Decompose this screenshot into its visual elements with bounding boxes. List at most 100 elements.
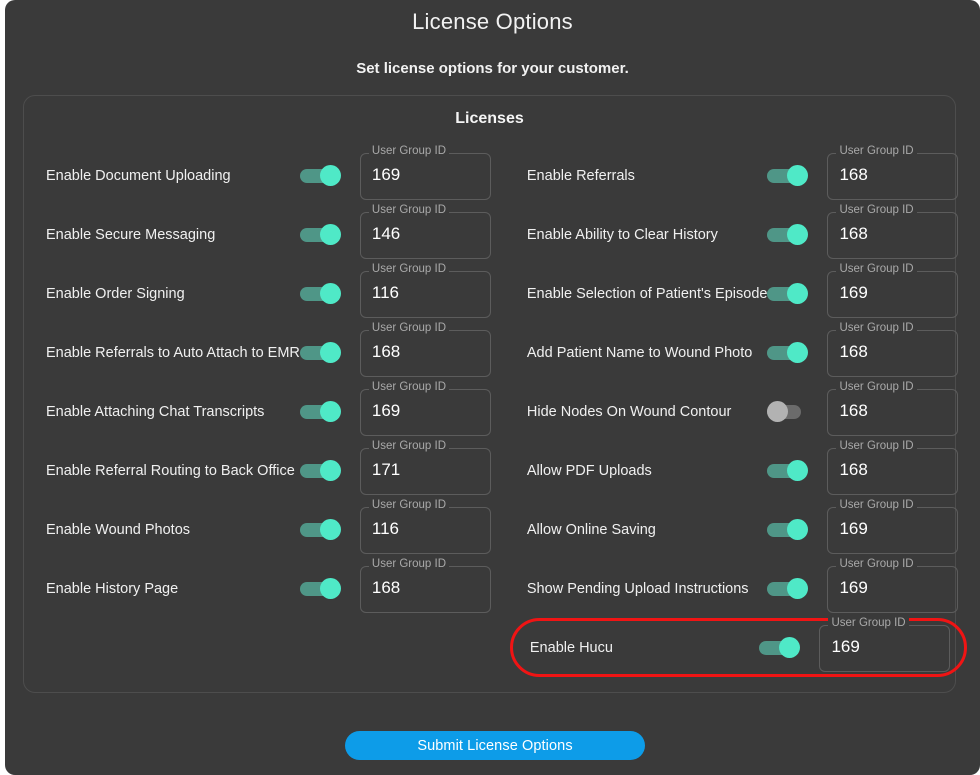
user-group-id-value[interactable]: 116 [372, 282, 399, 304]
user-group-id-value[interactable]: 169 [839, 577, 867, 599]
license-option-row: Enable History Page User Group ID 168 [24, 557, 505, 618]
user-group-id-value[interactable]: 169 [372, 400, 400, 422]
license-option-toggle[interactable] [767, 282, 813, 306]
license-option-row: Enable Secure Messaging User Group ID 146 [24, 203, 505, 264]
toggle-knob [787, 164, 809, 186]
license-option-toggle[interactable] [299, 223, 346, 247]
user-group-id-field[interactable]: User Group ID 169 [359, 380, 491, 436]
license-option-row: Enable Hucu User Group ID 169 [509, 616, 968, 677]
license-option-toggle[interactable] [299, 341, 346, 365]
license-option-toggle[interactable] [767, 341, 813, 365]
license-option-label: Enable Referrals to Auto Attach to EMR [46, 344, 300, 361]
license-option-toggle[interactable] [767, 400, 813, 424]
toggle-knob [319, 164, 341, 186]
user-group-id-value[interactable]: 169 [372, 164, 400, 186]
toggle-knob [767, 400, 789, 422]
license-option-label: Enable Wound Photos [46, 521, 191, 538]
user-group-id-label: User Group ID [368, 380, 450, 394]
license-option-toggle[interactable] [759, 636, 805, 660]
user-group-id-label: User Group ID [836, 203, 917, 217]
user-group-id-value[interactable]: 169 [839, 518, 867, 540]
user-group-id-field[interactable]: User Group ID 168 [359, 557, 491, 613]
licenses-card-title: Licenses [455, 110, 524, 127]
user-group-id-value[interactable]: 168 [839, 164, 867, 186]
license-option-label: Enable History Page [46, 580, 179, 597]
toggle-knob [787, 223, 809, 245]
license-row-empty [24, 618, 505, 677]
user-group-id-label: User Group ID [836, 439, 917, 453]
user-group-id-value[interactable]: 168 [839, 223, 867, 245]
license-option-row: Enable Referrals to Auto Attach to EMR Us… [24, 321, 505, 382]
user-group-id-value[interactable]: 169 [831, 636, 859, 658]
user-group-id-label: User Group ID [368, 321, 450, 335]
license-option-toggle[interactable] [299, 577, 346, 601]
user-group-id-field[interactable]: User Group ID 146 [359, 203, 491, 259]
license-option-label: Enable Referral Routing to Back Office [46, 462, 295, 479]
user-group-id-field[interactable]: User Group ID 171 [359, 439, 491, 495]
toggle-knob [319, 577, 341, 599]
license-option-label: Enable Order Signing [46, 285, 185, 302]
toggle-knob [787, 577, 809, 599]
user-group-id-label: User Group ID [836, 498, 917, 512]
user-group-id-field[interactable]: User Group ID 169 [827, 262, 959, 318]
user-group-id-label: User Group ID [836, 557, 917, 571]
user-group-id-field[interactable]: User Group ID 169 [819, 616, 951, 672]
user-group-id-label: User Group ID [368, 498, 450, 512]
user-group-id-field[interactable]: User Group ID 169 [827, 557, 959, 613]
license-option-toggle[interactable] [767, 459, 813, 483]
license-option-toggle[interactable] [767, 518, 813, 542]
user-group-id-value[interactable]: 169 [839, 282, 867, 304]
user-group-id-value[interactable]: 168 [839, 459, 867, 481]
license-option-row: Allow PDF Uploads User Group ID 168 [505, 439, 973, 500]
user-group-id-label: User Group ID [368, 203, 450, 217]
user-group-id-field[interactable]: User Group ID 168 [827, 439, 959, 495]
license-option-toggle[interactable] [299, 164, 346, 188]
user-group-id-value[interactable]: 171 [372, 459, 400, 481]
user-group-id-label: User Group ID [836, 380, 917, 394]
license-option-label: Allow Online Saving [526, 521, 656, 538]
license-option-toggle[interactable] [299, 282, 346, 306]
license-option-row: Enable Wound Photos User Group ID 116 [24, 498, 505, 559]
license-option-label: Enable Selection of Patient's Episode [526, 285, 768, 302]
user-group-id-value[interactable]: 146 [372, 223, 400, 245]
license-option-toggle[interactable] [767, 577, 813, 601]
user-group-id-label: User Group ID [836, 144, 917, 158]
user-group-id-value[interactable]: 168 [372, 341, 400, 363]
user-group-id-label: User Group ID [368, 557, 450, 571]
user-group-id-field[interactable]: User Group ID 168 [359, 321, 491, 377]
user-group-id-field[interactable]: User Group ID 116 [359, 498, 491, 554]
toggle-knob [319, 341, 341, 363]
user-group-id-value[interactable]: 116 [372, 518, 399, 540]
toggle-knob [787, 282, 809, 304]
user-group-id-field[interactable]: User Group ID 168 [827, 144, 959, 200]
license-options-dialog: License Options Set license options for … [5, 0, 980, 775]
license-option-label: Enable Ability to Clear History [526, 226, 718, 243]
user-group-id-label: User Group ID [368, 439, 450, 453]
user-group-id-value[interactable]: 168 [839, 400, 867, 422]
license-option-toggle[interactable] [299, 518, 346, 542]
license-option-row: Enable Attaching Chat Transcripts User Gr… [24, 380, 505, 441]
user-group-id-field[interactable]: User Group ID 116 [359, 262, 491, 318]
license-option-label: Show Pending Upload Instructions [526, 580, 749, 597]
user-group-id-field[interactable]: User Group ID 168 [827, 203, 959, 259]
submit-license-options-button[interactable]: Submit License Options [345, 731, 645, 760]
license-option-row: Enable Selection of Patient's Episode Use… [505, 262, 973, 323]
license-option-toggle[interactable] [299, 400, 346, 424]
page-subtitle: Set license options for your customer. [356, 60, 629, 77]
license-option-row: Enable Referrals User Group ID 168 [505, 144, 973, 205]
user-group-id-field[interactable]: User Group ID 169 [827, 498, 959, 554]
user-group-id-value[interactable]: 168 [839, 341, 867, 363]
license-option-row: Enable Ability to Clear History User Grou… [505, 203, 973, 264]
user-group-id-field[interactable]: User Group ID 168 [827, 380, 959, 436]
user-group-id-field[interactable]: User Group ID 169 [359, 144, 491, 200]
license-option-toggle[interactable] [299, 459, 346, 483]
user-group-id-value[interactable]: 168 [372, 577, 400, 599]
license-option-row: Enable Document Uploading User Group ID 16… [24, 144, 505, 205]
license-option-toggle[interactable] [767, 164, 813, 188]
toggle-knob [787, 518, 809, 540]
license-option-toggle[interactable] [767, 223, 813, 247]
user-group-id-field[interactable]: User Group ID 168 [827, 321, 959, 377]
toggle-knob [787, 459, 809, 481]
toggle-knob [319, 400, 341, 422]
license-option-label: Hide Nodes On Wound Contour [526, 403, 732, 420]
